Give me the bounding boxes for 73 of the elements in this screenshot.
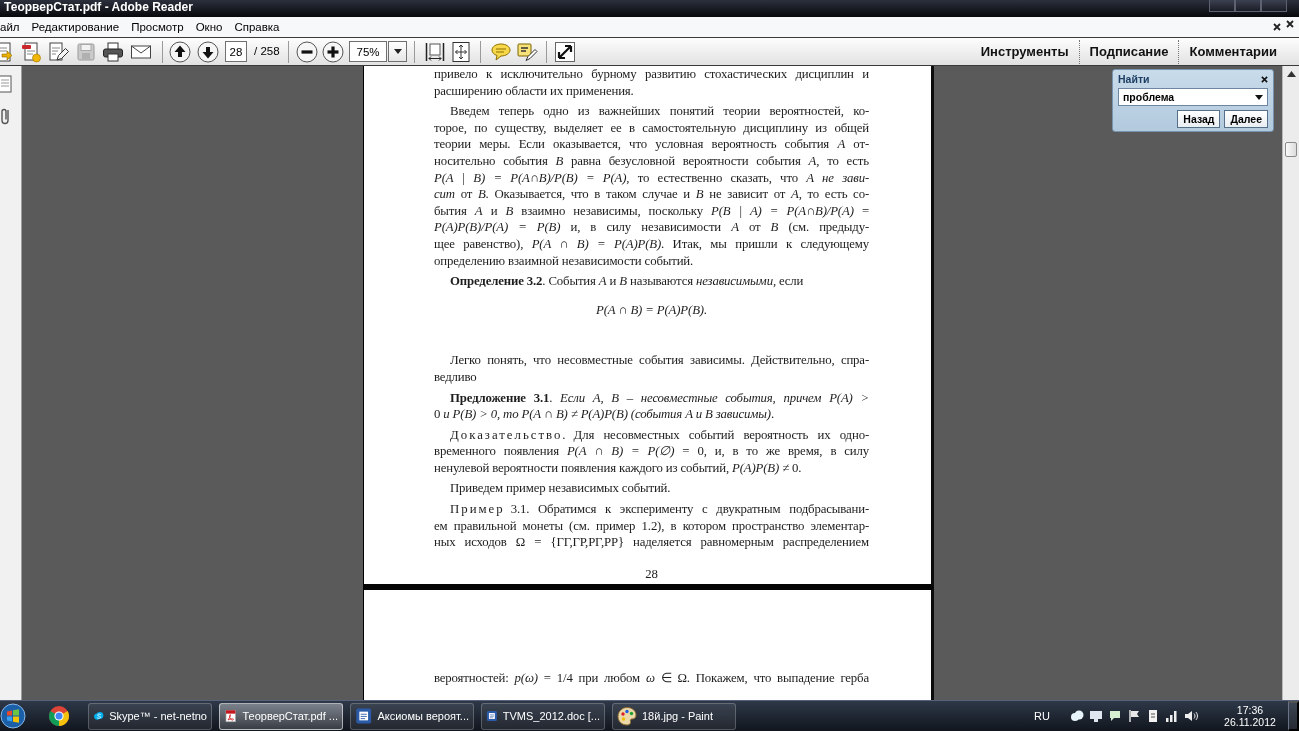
cloud-icon[interactable] [1070, 709, 1084, 723]
window-control-button[interactable] [1235, 0, 1261, 12]
taskbar-button[interactable]: Skype™ - net-netno [88, 702, 212, 730]
search-field[interactable]: проблема [1118, 88, 1268, 106]
menu-item[interactable]: Редактирование [31, 17, 120, 37]
find-button[interactable]: Далее [1224, 110, 1268, 128]
paragraph: Пример 3.1. Обратимся к эксперименту с двукратным подбрасывани- ем правильной монеты (см. пример 1.2), в котором пространство элементар- ных исходов Ω = {ГГ,ГР,РГ,РР} наделяется равномерным распределением [434, 501, 869, 551]
show-desktop-button[interactable] [1288, 701, 1299, 731]
window-title: ТеорверСтат.pdf - Adobe Reader [4, 0, 193, 15]
taskbar-button[interactable]: TVMS_2012.doc [... [481, 702, 605, 730]
close-icon[interactable] [1286, 20, 1294, 28]
language-indicator[interactable]: RU [1034, 707, 1050, 725]
scroll-up-icon[interactable] [1286, 71, 1296, 77]
paragraph: Предложение 3.1. Если A, B – несовместные события, причем P(A) > 0 и P(B) > 0, то P(A ∩ B) ≠ P(A)P(B) (события A и B зависимы). [434, 389, 869, 423]
zoom-field[interactable]: 75% [349, 41, 388, 62]
page-number: 28 [644, 565, 659, 583]
start-orb-icon[interactable] [0, 703, 26, 729]
zoom-out-icon[interactable] [295, 40, 318, 63]
taskbar-button[interactable]: ТеорверСтат.pdf ... [219, 702, 343, 730]
clock-date[interactable]: 26.11.2012 [1220, 716, 1280, 728]
window-control-button[interactable] [1261, 0, 1287, 12]
print-icon[interactable] [102, 40, 124, 63]
paragraph: Приведем пример независимых событий. [449, 480, 672, 498]
tricolor-circle-icon[interactable] [48, 705, 70, 727]
paragraph: Доказательство. Для несовместных событий вероятность их одно- временного появления P(A ∩ B) = P(∅) = 0, и, в то же время, в силу ненулевой вероятности появления каждого из событий, P(A)P(B) ≠ 0. [434, 426, 869, 477]
menu-item[interactable]: Справка [234, 17, 280, 37]
document-icon[interactable] [1146, 709, 1160, 723]
pane-button[interactable]: Комментарии [1179, 41, 1287, 62]
clock-time[interactable]: 17:36 [1220, 704, 1280, 716]
document-tile-icon [355, 706, 373, 726]
pane-button[interactable]: Подписание [1079, 41, 1179, 62]
signal-icon[interactable] [1165, 709, 1179, 723]
arrow-up-icon[interactable] [169, 40, 191, 63]
menu-item[interactable]: айл [0, 17, 20, 37]
window-control-button[interactable] [1209, 0, 1235, 12]
zoom-in-icon[interactable] [321, 40, 344, 63]
taskbar-button[interactable]: 18й.jpg - Paint [612, 702, 736, 730]
arrow-down-icon[interactable] [196, 40, 219, 63]
panel-title: Найти [1118, 73, 1150, 86]
formula: P(A ∩ B) = P(A)P(B). [595, 301, 708, 319]
fit-width-icon[interactable] [424, 40, 447, 63]
pane-button[interactable]: Инструменты [970, 41, 1079, 62]
menu-item[interactable]: Окно [195, 17, 223, 37]
speaker-icon[interactable] [1184, 709, 1198, 723]
close-icon[interactable] [1273, 23, 1281, 31]
caret-icon[interactable] [1255, 94, 1263, 100]
document-pencil-icon[interactable] [47, 40, 69, 63]
monitor-icon[interactable] [1089, 709, 1103, 723]
zoom-dropdown-button[interactable] [388, 41, 408, 62]
note-pencil-icon[interactable] [516, 40, 539, 63]
caret-icon [393, 49, 402, 54]
comment-icon[interactable] [490, 40, 513, 63]
palette-icon [617, 706, 637, 726]
paragraph: Определение 3.2. События A и B называются независимыми, если [449, 273, 805, 290]
flag-icon[interactable] [1127, 709, 1141, 723]
page-icon[interactable] [0, 75, 12, 93]
taskbar-button[interactable]: Аксиомы вероят... [350, 702, 474, 730]
chat-icon[interactable] [1108, 709, 1122, 723]
page-number-field[interactable]: 28 [225, 41, 247, 62]
close-icon[interactable] [1261, 76, 1268, 83]
paragraph: Введем теперь одно из важнейших понятий теории вероятностей, ко- торое, по существу, выделяет ее в самостоятельную дисциплину из общей теории меры. Если оказывается, что условная вероятность события A от- носительно события B равна безусловной вероятности события A, то есть P(A | B) = P(A∩B)/P(B) = P(A), то естественно сказать, что A не зави- сит от B. Оказывается, что в таком случае и B не зависит от A, то есть со- бытия A и B взаимно независимы, поскольку P(B | A) = P(A∩B)/P(A) = P(A)P(B)/P(A) = P(B) и, в силу независимости A от B (см. предыду- щее равенство), P(A ∩ B) = P(A)P(B). Итак, мы пришли к следующему определению взаимной независимости событий. [434, 103, 869, 270]
paragraph: Легко понять, что несовместные события зависимы. Действительно, спра- ведливо [434, 352, 869, 386]
scroll-thumb[interactable] [1285, 142, 1297, 157]
document-star-icon[interactable] [19, 40, 42, 63]
page-count: / 258 [254, 43, 280, 59]
fit-page-icon[interactable] [450, 40, 473, 63]
scrollbar[interactable] [1282, 66, 1299, 700]
find-button[interactable]: Назад [1177, 110, 1221, 128]
menu-item[interactable]: Просмотр [131, 17, 184, 37]
paperclip-icon[interactable] [0, 107, 12, 125]
paragraph: привело к исключительно бурному развитию стохастических дисциплин и расширению области их применения. [434, 66, 869, 100]
paragraph: вероятностей: p(ω) = 1/4 при любом ω ∈ Ω. Покажем, что выпадение герба [434, 670, 869, 688]
expand-icon[interactable] [554, 40, 577, 63]
